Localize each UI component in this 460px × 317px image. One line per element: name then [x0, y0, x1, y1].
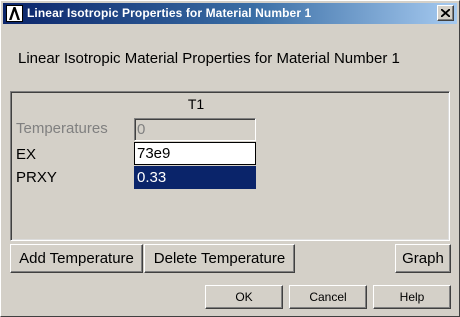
graph-button[interactable]: Graph — [395, 244, 451, 273]
ex-value-cell[interactable]: 73e9 — [134, 142, 256, 165]
prxy-value-cell[interactable]: 0.33 — [134, 166, 256, 189]
close-button[interactable] — [437, 5, 454, 21]
help-button[interactable]: Help — [373, 285, 451, 309]
material-properties-dialog: Linear Isotropic Properties for Material… — [0, 0, 460, 317]
cancel-button[interactable]: Cancel — [289, 285, 367, 309]
row-label-temperatures: Temperatures — [16, 120, 108, 137]
window-title: Linear Isotropic Properties for Material… — [27, 6, 312, 20]
column-header-t1: T1 — [187, 96, 205, 112]
add-temperature-button[interactable]: Add Temperature — [10, 244, 143, 273]
close-icon — [441, 9, 450, 17]
temperature-cell: 0 — [134, 118, 256, 141]
delete-temperature-button[interactable]: Delete Temperature — [144, 244, 295, 273]
title-bar[interactable]: Linear Isotropic Properties for Material… — [3, 3, 457, 24]
row-label-prxy: PRXY — [16, 169, 57, 186]
dialog-heading: Linear Isotropic Material Properties for… — [18, 50, 400, 67]
row-label-ex: EX — [16, 146, 37, 163]
ok-button[interactable]: OK — [205, 285, 283, 309]
ansys-logo-icon — [6, 5, 23, 22]
